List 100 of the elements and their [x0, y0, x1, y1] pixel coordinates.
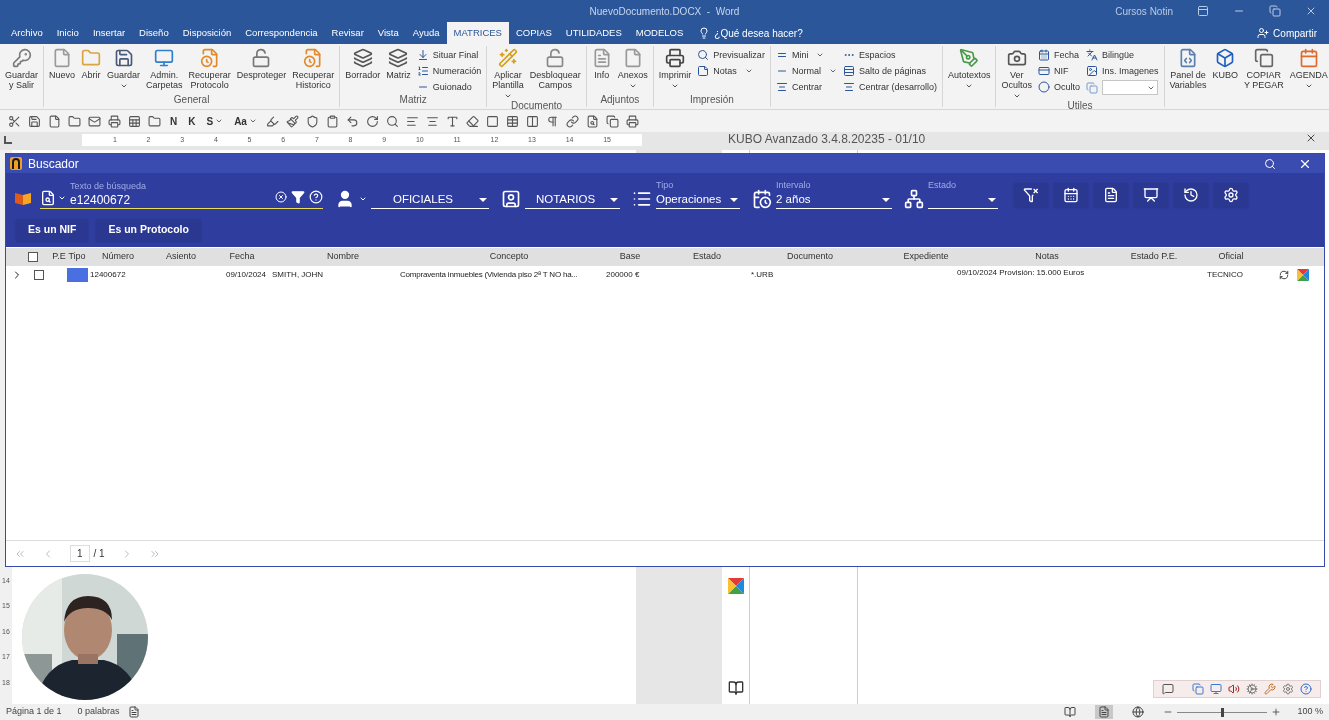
highlighter-icon[interactable]: [265, 114, 279, 128]
word-count[interactable]: 0 palabras: [77, 705, 120, 719]
settings-icon[interactable]: [1246, 683, 1258, 695]
dropdown-field[interactable]: 2 años: [776, 191, 892, 209]
align-icon[interactable]: [425, 114, 439, 128]
ribbon-tab[interactable]: COPIAS: [508, 22, 559, 44]
ribbon-button[interactable]: AGENDA: [1287, 48, 1329, 90]
tab-stop-icon[interactable]: [4, 136, 12, 144]
ribbon-tab[interactable]: Insertar: [85, 22, 133, 44]
clear-icon[interactable]: [275, 191, 287, 203]
undo-icon[interactable]: [345, 114, 359, 128]
column-header[interactable]: Estado: [656, 250, 758, 264]
frame-icon[interactable]: [485, 114, 499, 128]
book-icon[interactable]: [727, 680, 744, 696]
quick-search-button[interactable]: Es un Protocolo: [96, 219, 201, 241]
ribbon-button[interactable]: Desbloquear Campos: [527, 48, 583, 90]
toolbar-button[interactable]: [1094, 183, 1128, 207]
align-icon[interactable]: [405, 114, 419, 128]
ribbon-button[interactable]: Info: [589, 48, 614, 80]
eraser-icon[interactable]: [465, 114, 479, 128]
checkbox[interactable]: [28, 252, 38, 262]
format-button[interactable]: S: [204, 113, 226, 129]
user-name[interactable]: Cursos Notin: [1115, 3, 1173, 19]
ribbon-tab[interactable]: Revisar: [324, 22, 371, 44]
page-count[interactable]: Página 1 de 1: [6, 705, 62, 719]
colorful-logo-icon[interactable]: [1297, 269, 1309, 281]
zoom-level[interactable]: 100 %: [1297, 705, 1323, 719]
column-header[interactable]: Nombre: [272, 250, 414, 264]
column-header[interactable]: Número: [86, 250, 150, 264]
toolbar-button[interactable]: [1054, 183, 1088, 207]
columns-icon[interactable]: [525, 114, 539, 128]
close-icon[interactable]: [1305, 132, 1317, 144]
ribbon-button[interactable]: COPIAR Y PEGAR: [1241, 48, 1286, 90]
column-header[interactable]: Oficial: [1204, 250, 1258, 264]
ribbon-tab[interactable]: MODELOS: [628, 22, 691, 44]
copy-icon[interactable]: [605, 114, 619, 128]
list-icon[interactable]: [632, 189, 652, 209]
ribbon-tab[interactable]: Inicio: [49, 22, 86, 44]
format-button[interactable]: Aa: [232, 113, 259, 129]
table-icon[interactable]: [505, 114, 519, 128]
folder-icon[interactable]: [68, 114, 81, 128]
column-header[interactable]: Asiento: [150, 250, 212, 264]
folder-icon[interactable]: [148, 114, 161, 128]
column-header[interactable]: Concepto: [414, 250, 604, 264]
ribbon-button[interactable]: Recuperar Historico: [290, 48, 337, 90]
column-header[interactable]: Tipo: [68, 250, 86, 264]
settings-icon[interactable]: [1282, 683, 1294, 695]
ribbon-button[interactable]: Panel de Variables: [1167, 48, 1209, 90]
sheet-icon[interactable]: [128, 114, 141, 128]
mail-icon[interactable]: [88, 114, 101, 128]
save-icon[interactable]: [28, 114, 41, 128]
colorful-logo-icon[interactable]: [727, 578, 744, 594]
ribbon-small-button[interactable]: Espacios: [842, 48, 937, 62]
column-header[interactable]: Base: [604, 250, 656, 264]
dropdown-field[interactable]: OFICIALES: [371, 191, 489, 209]
ribbon-small-button[interactable]: Fecha: [1038, 48, 1080, 62]
ribbon-button[interactable]: Matriz: [384, 48, 413, 80]
person-icon[interactable]: [335, 189, 355, 209]
ribbon-button[interactable]: Desproteger: [234, 48, 289, 80]
column-header[interactable]: Documento: [758, 250, 862, 264]
document-icon[interactable]: [585, 114, 599, 128]
ribbon-small-button[interactable]: NIF: [1038, 64, 1080, 78]
ribbon-small-button[interactable]: Salto de páginas: [842, 64, 937, 78]
zoom-thumb[interactable]: [1220, 707, 1224, 717]
scissors-icon[interactable]: [8, 114, 21, 128]
dropdown-field[interactable]: Operaciones: [656, 191, 740, 209]
ribbon-small-button[interactable]: Ins. Imagenes: [1086, 64, 1159, 78]
ribbon-small-button[interactable]: Notas: [697, 64, 765, 78]
search-box[interactable]: Texto de búsqueda e12400672: [40, 181, 323, 209]
speaker-icon[interactable]: [1228, 683, 1240, 695]
dropdown-field[interactable]: NOTARIOS: [525, 191, 620, 209]
ribbon-button[interactable]: Guardar y Salir: [3, 48, 41, 90]
toolbar-button[interactable]: [1214, 183, 1248, 207]
ribbon-button[interactable]: Recuperar Protocolo: [186, 48, 233, 90]
ribbon-small-button[interactable]: Guionado: [416, 80, 482, 94]
ribbon-small-button[interactable]: Numeración: [416, 64, 482, 78]
combo-field[interactable]: [1102, 80, 1158, 95]
ribbon-small-button[interactable]: Centrar (desarrollo): [842, 80, 937, 94]
tools-icon[interactable]: [1264, 683, 1276, 695]
monitor-icon[interactable]: [1210, 683, 1222, 695]
ribbon-button[interactable]: Admin. Carpetas: [144, 48, 185, 90]
checkbox[interactable]: [34, 270, 44, 280]
ribbon-button[interactable]: Imprimir: [656, 48, 694, 90]
share-button[interactable]: Compartir: [1245, 22, 1329, 44]
table-row[interactable]: 12400672 09/10/2024 SMITH, JOHN Compraventa inmuebles (Vivienda piso 2ª T NO ha... 200000 € *.URB 09/10/2024 Provisión: 15.000 Euros TECNICO: [6, 266, 1324, 284]
ribbon-small-button[interactable]: Oculto: [1038, 80, 1080, 94]
calendar-clock-icon[interactable]: [752, 189, 772, 209]
pilcrow-icon[interactable]: [545, 114, 559, 128]
ribbon-small-button[interactable]: Mini: [775, 48, 837, 62]
brush-icon[interactable]: [285, 114, 299, 128]
ribbon-tab[interactable]: Ayuda: [405, 22, 447, 44]
view-button[interactable]: [1095, 705, 1114, 719]
ribbon-tab[interactable]: MATRICES: [446, 22, 509, 44]
proofing-icon[interactable]: [127, 706, 140, 718]
zoom-in-icon[interactable]: [1271, 707, 1282, 717]
ribbon-button[interactable]: Borrador: [343, 48, 383, 80]
ribbon-small-button[interactable]: Previsualizar: [697, 48, 765, 62]
document-icon[interactable]: [48, 114, 61, 128]
printer-icon[interactable]: [108, 114, 121, 128]
page-field[interactable]: 1: [70, 545, 90, 562]
